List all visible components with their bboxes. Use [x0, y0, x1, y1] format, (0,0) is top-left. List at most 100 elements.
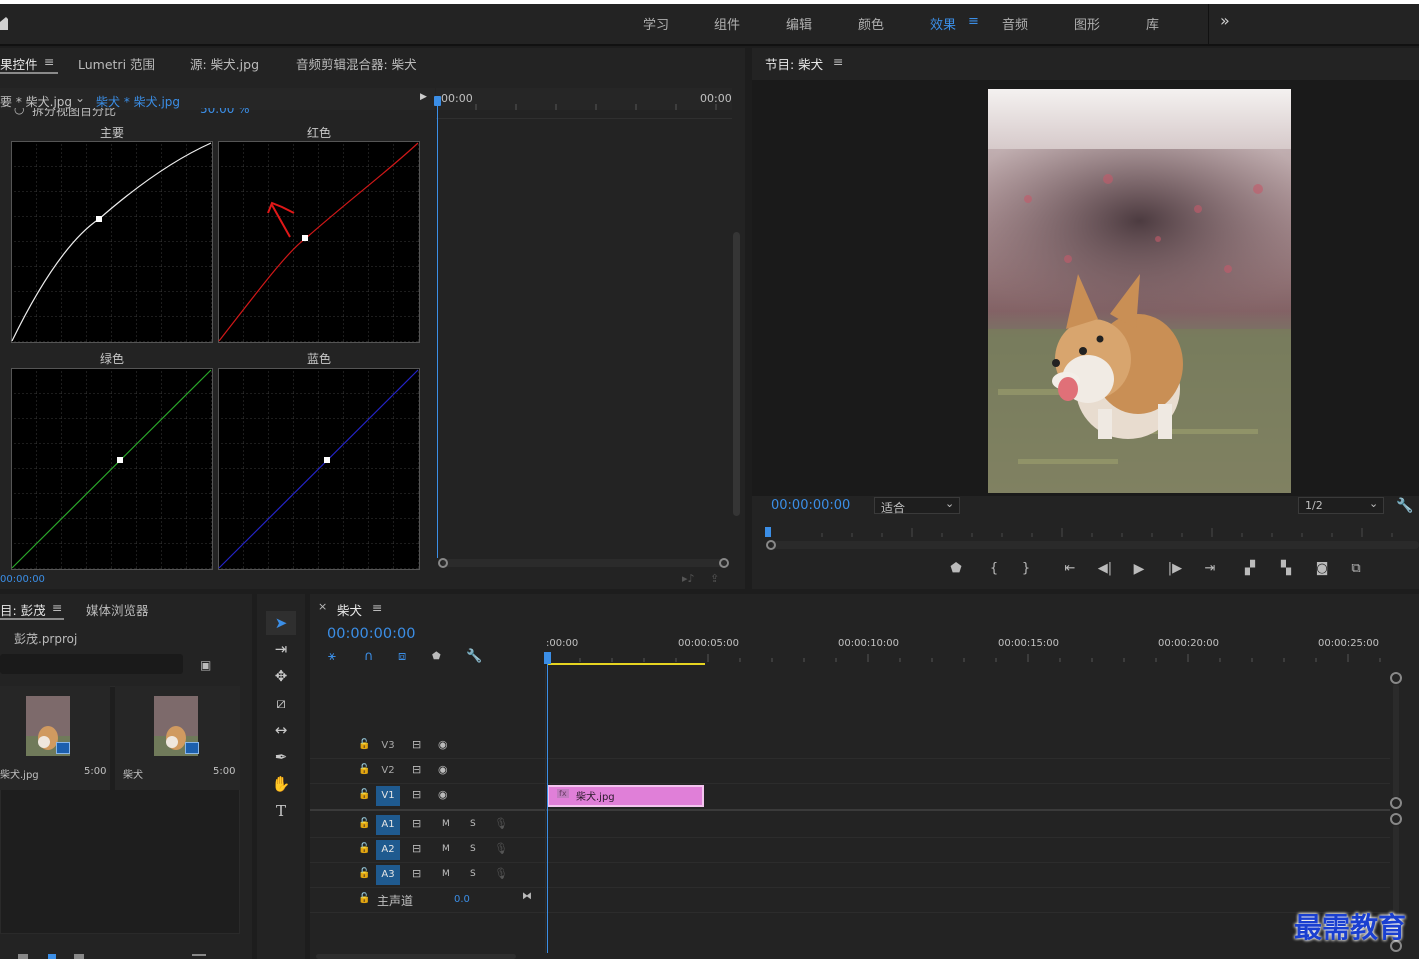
track-label[interactable]: A2	[376, 840, 400, 860]
project-menu-icon[interactable]: ≡	[52, 600, 62, 615]
toggle-sync-lock-icon[interactable]: ⊟	[412, 815, 421, 833]
track-label[interactable]: V1	[376, 786, 400, 806]
eye-icon[interactable]: ◉	[438, 761, 448, 779]
type-tool-icon[interactable]: T	[266, 799, 296, 823]
new-bin-icon[interactable]: ▣	[200, 656, 211, 674]
camera-icon[interactable]: ◙	[1312, 560, 1332, 578]
solo-button[interactable]: S	[470, 819, 476, 829]
add-marker-icon[interactable]: ⬟	[432, 648, 441, 666]
effect-controls-timecode[interactable]: 00:00:00	[0, 574, 45, 585]
mark-in-icon[interactable]: {	[986, 560, 1002, 578]
sequence-menu-icon[interactable]: ≡	[372, 600, 382, 615]
freeform-view-icon[interactable]	[74, 954, 84, 959]
solo-button[interactable]: S	[470, 869, 476, 879]
ec-horizontal-scrollbar[interactable]	[442, 559, 726, 567]
close-tab-icon[interactable]: ×	[318, 600, 327, 613]
red-curve-graph[interactable]	[218, 141, 420, 343]
more-workspaces-icon[interactable]: »	[1220, 11, 1230, 30]
track-label[interactable]: V2	[376, 761, 400, 781]
workspace-libraries[interactable]: 库	[1146, 14, 1159, 33]
scroll-handle-left[interactable]	[438, 558, 448, 568]
home-icon[interactable]	[0, 16, 8, 30]
list-view-icon[interactable]	[18, 954, 28, 959]
vertical-zoom-handle[interactable]	[1390, 813, 1402, 825]
workspace-menu-icon[interactable]: ≡	[968, 14, 979, 29]
wrench-icon[interactable]: 🔧	[1396, 497, 1413, 515]
step-back-icon[interactable]: ◀|	[1096, 560, 1114, 578]
workspace-color[interactable]: 颜色	[858, 14, 884, 33]
ec-playhead[interactable]	[437, 96, 438, 558]
pen-tool-icon[interactable]: ✒	[266, 745, 296, 769]
track-label[interactable]: A3	[376, 865, 400, 885]
tab-source[interactable]: 源: 柴犬.jpg	[190, 54, 259, 73]
go-to-in-icon[interactable]: ⇤	[1060, 560, 1080, 578]
lock-icon[interactable]: 🔓	[358, 865, 370, 883]
icon-view-icon[interactable]	[48, 954, 56, 959]
master-curve-graph[interactable]	[11, 141, 213, 343]
program-timecode[interactable]: 00:00:00:00	[771, 498, 850, 513]
toggle-sync-lock-icon[interactable]: ⊟	[412, 786, 421, 804]
scroll-handle-right[interactable]	[719, 558, 729, 568]
eye-icon[interactable]: ◉	[438, 786, 448, 804]
eye-icon[interactable]: ◉	[438, 736, 448, 754]
mute-button[interactable]: M	[442, 844, 450, 854]
program-time-ruler[interactable]	[762, 525, 1419, 551]
timeline-clip[interactable]: fx 柴犬.jpg	[547, 785, 704, 807]
toggle-sync-lock-icon[interactable]: ⊟	[412, 840, 421, 858]
track-label[interactable]: V3	[376, 736, 400, 756]
workspace-editing[interactable]: 编辑	[786, 14, 812, 33]
toggle-sync-lock-icon[interactable]: ⊟	[412, 865, 421, 883]
filter-audio-icon[interactable]: ▸♪	[682, 572, 695, 585]
track-label[interactable]: A1	[376, 815, 400, 835]
sort-icon[interactable]	[192, 954, 206, 956]
export-icon[interactable]: ⇪	[710, 572, 719, 585]
slip-tool-icon[interactable]: ↔	[266, 718, 296, 742]
overwrite-icon[interactable]: ▚	[1276, 560, 1296, 578]
timeline-settings-icon[interactable]: 🔧	[466, 648, 482, 666]
workspace-audio[interactable]: 音频	[1002, 14, 1028, 33]
program-monitor-title[interactable]: 节目: 柴犬	[765, 54, 823, 73]
workspace-effects[interactable]: 效果	[930, 14, 956, 33]
timeline-ruler[interactable]: :00:00 00:00:05:00 00:00:10:00 00:00:15:…	[546, 630, 1391, 666]
green-curve-graph[interactable]	[11, 368, 213, 570]
microphone-icon[interactable]: 🎙	[494, 840, 508, 858]
collapse-icon[interactable]: ⧓	[522, 888, 532, 906]
mute-button[interactable]: M	[442, 869, 450, 879]
microphone-icon[interactable]: 🎙	[494, 865, 508, 883]
track-select-tool-icon[interactable]: ⇥	[266, 637, 296, 661]
workspace-graphics[interactable]: 图形	[1074, 14, 1100, 33]
razor-tool-icon[interactable]: ⧄	[266, 691, 296, 715]
project-search-input[interactable]	[0, 654, 183, 674]
vertical-zoom-handle[interactable]	[1390, 797, 1402, 809]
tab-media-browser[interactable]: 媒体浏览器	[86, 600, 149, 619]
play-triangle-icon[interactable]: ▶	[420, 92, 427, 102]
lock-icon[interactable]: 🔓	[358, 890, 370, 908]
split-view-value[interactable]: 50.00 %	[200, 108, 250, 116]
blue-curve-graph[interactable]	[218, 368, 420, 570]
sequence-tab[interactable]: 柴犬	[337, 600, 362, 619]
playhead-handle[interactable]	[544, 652, 551, 664]
hand-tool-icon[interactable]: ✋	[266, 772, 296, 796]
selection-tool-icon[interactable]: ➤	[266, 611, 296, 635]
solo-button[interactable]: S	[470, 844, 476, 854]
project-item[interactable]: 柴犬 5:00	[115, 686, 240, 790]
insert-icon[interactable]: ▞	[1240, 560, 1260, 578]
nest-icon[interactable]: ⚹	[328, 648, 336, 666]
mark-out-icon[interactable]: }	[1018, 560, 1034, 578]
ripple-edit-tool-icon[interactable]: ✥	[266, 664, 296, 688]
comparison-view-icon[interactable]: ⧉	[1346, 560, 1366, 578]
video-track-scrollbar[interactable]	[1393, 684, 1399, 798]
linked-selection-icon[interactable]: ⧈	[398, 648, 406, 666]
lock-icon[interactable]: 🔓	[358, 761, 370, 779]
tab-menu-icon[interactable]: ≡	[44, 54, 54, 69]
timeline-playhead[interactable]	[547, 654, 548, 953]
workspace-assembly[interactable]: 组件	[714, 14, 740, 33]
timeline-timecode[interactable]: 00:00:00:00	[327, 626, 415, 642]
master-volume-value[interactable]: 0.0	[454, 894, 470, 905]
tab-audio-clip-mixer[interactable]: 音频剪辑混合器: 柴犬	[296, 54, 417, 73]
microphone-icon[interactable]: 🎙	[494, 815, 508, 833]
snap-icon[interactable]: ∩	[364, 648, 374, 666]
tab-lumetri-scopes[interactable]: Lumetri 范围	[78, 54, 155, 73]
tab-effect-controls[interactable]: 果控件	[0, 54, 38, 73]
lock-icon[interactable]: 🔓	[358, 736, 370, 754]
